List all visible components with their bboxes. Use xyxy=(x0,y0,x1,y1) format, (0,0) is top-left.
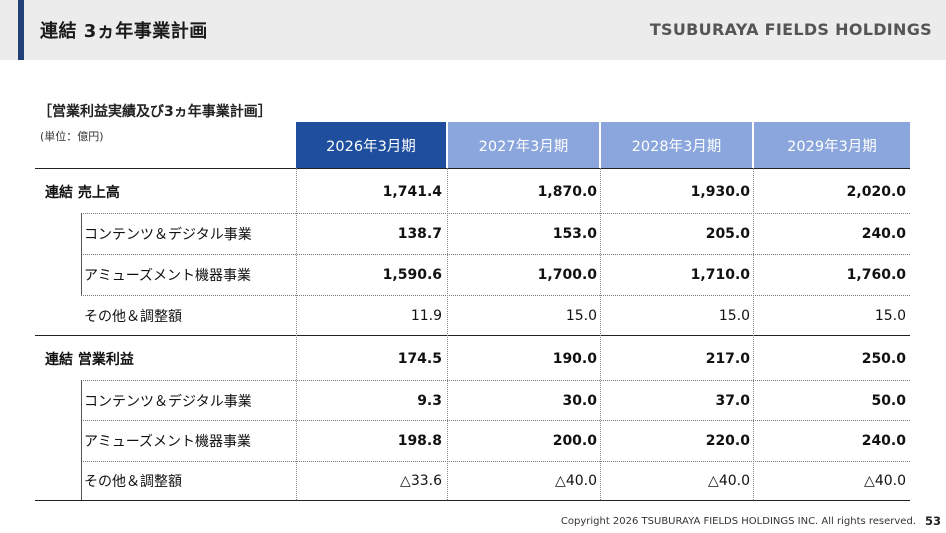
row-label: その他＆調整額 xyxy=(84,474,182,490)
cell-value: △40.0 xyxy=(864,473,906,489)
table-row-other-sales: その他＆調整額 11.9 15.0 15.0 15.0 xyxy=(35,296,910,335)
cell-value: 190.0 xyxy=(552,350,597,367)
cell-value: 15.0 xyxy=(874,307,906,324)
plan-table: (単位：億円) 2026年3月期 2027年3月期 2028年3月期 2029年… xyxy=(35,122,910,501)
cell-value: △33.6 xyxy=(400,473,442,489)
cell-value: 174.5 xyxy=(397,350,442,367)
header-accent-bar xyxy=(18,0,24,60)
cell-value: 220.0 xyxy=(705,433,750,449)
cell-value: 240.0 xyxy=(861,433,906,449)
cell-value: 138.7 xyxy=(397,226,442,242)
table-row-amusement-sales: アミューズメント機器事業 1,590.6 1,700.0 1,710.0 1,7… xyxy=(35,255,910,295)
cell-value: 1,590.6 xyxy=(382,267,442,283)
cell-value: 30.0 xyxy=(562,392,597,409)
cell-value: 1,760.0 xyxy=(846,267,906,283)
table-row-consolidated-operating-profit: 連結 営業利益 174.5 190.0 217.0 250.0 xyxy=(35,337,910,380)
page-title: 連結 3ヵ年事業計画 xyxy=(40,21,208,42)
cell-value: 240.0 xyxy=(861,226,906,242)
table-row-consolidated-sales: 連結 売上高 1,741.4 1,870.0 1,930.0 2,020.0 xyxy=(35,170,910,213)
row-label: 連結 売上高 xyxy=(45,184,120,201)
cell-value: 1,710.0 xyxy=(690,267,750,283)
table-row-amusement-profit: アミューズメント機器事業 198.8 200.0 220.0 240.0 xyxy=(35,421,910,461)
column-header-2026: 2026年3月期 xyxy=(296,122,446,168)
cell-value: 250.0 xyxy=(861,350,906,367)
cell-value: 11.9 xyxy=(410,307,442,324)
column-header-2029: 2029年3月期 xyxy=(754,122,910,168)
row-label: アミューズメント機器事業 xyxy=(84,434,252,450)
cell-value: 9.3 xyxy=(417,392,442,409)
row-label: その他＆調整額 xyxy=(84,308,182,325)
slide: 連結 3ヵ年事業計画 TSUBURAYA FIELDS HOLDINGS ［営業… xyxy=(0,0,946,533)
row-label: コンテンツ＆デジタル事業 xyxy=(84,393,252,410)
table-row-contents-digital-profit: コンテンツ＆デジタル事業 9.3 30.0 37.0 50.0 xyxy=(35,381,910,420)
cell-value: 15.0 xyxy=(718,307,750,324)
cell-value: △40.0 xyxy=(708,473,750,489)
cell-value: 1,741.4 xyxy=(382,183,442,200)
row-label: 連結 営業利益 xyxy=(45,351,134,368)
cell-value: 1,930.0 xyxy=(690,183,750,200)
cell-value: 37.0 xyxy=(715,392,750,409)
table-row-other-profit: その他＆調整額 △33.6 △40.0 △40.0 △40.0 xyxy=(35,462,910,500)
cell-value: 153.0 xyxy=(552,226,597,242)
cell-value: 1,700.0 xyxy=(537,267,597,283)
copyright-text: Copyright 2026 TSUBURAYA FIELDS HOLDINGS… xyxy=(560,516,916,527)
row-label: アミューズメント機器事業 xyxy=(84,268,252,284)
section-title: ［営業利益実績及び3ヵ年事業計画］ xyxy=(38,104,272,120)
company-logo-text: TSUBURAYA FIELDS HOLDINGS xyxy=(649,20,932,39)
cell-value: 205.0 xyxy=(705,226,750,242)
table-row-contents-digital-sales: コンテンツ＆デジタル事業 138.7 153.0 205.0 240.0 xyxy=(35,214,910,254)
cell-value: △40.0 xyxy=(555,473,597,489)
cell-value: 217.0 xyxy=(705,350,750,367)
table-header-rule xyxy=(35,168,910,169)
cell-value: 1,870.0 xyxy=(537,183,597,200)
cell-value: 50.0 xyxy=(871,392,906,409)
cell-value: 15.0 xyxy=(565,307,597,324)
cell-value: 200.0 xyxy=(552,433,597,449)
header-bar: 連結 3ヵ年事業計画 TSUBURAYA FIELDS HOLDINGS xyxy=(0,0,946,60)
cell-value: 198.8 xyxy=(397,433,442,449)
table-header-row: 2026年3月期 2027年3月期 2028年3月期 2029年3月期 xyxy=(35,122,910,168)
group-divider xyxy=(35,335,910,336)
column-header-2027: 2027年3月期 xyxy=(448,122,599,168)
row-label: コンテンツ＆デジタル事業 xyxy=(84,227,252,243)
table-bottom-rule xyxy=(35,500,910,501)
cell-value: 2,020.0 xyxy=(846,183,906,200)
column-header-2028: 2028年3月期 xyxy=(601,122,752,168)
page-number: 53 xyxy=(924,514,941,528)
